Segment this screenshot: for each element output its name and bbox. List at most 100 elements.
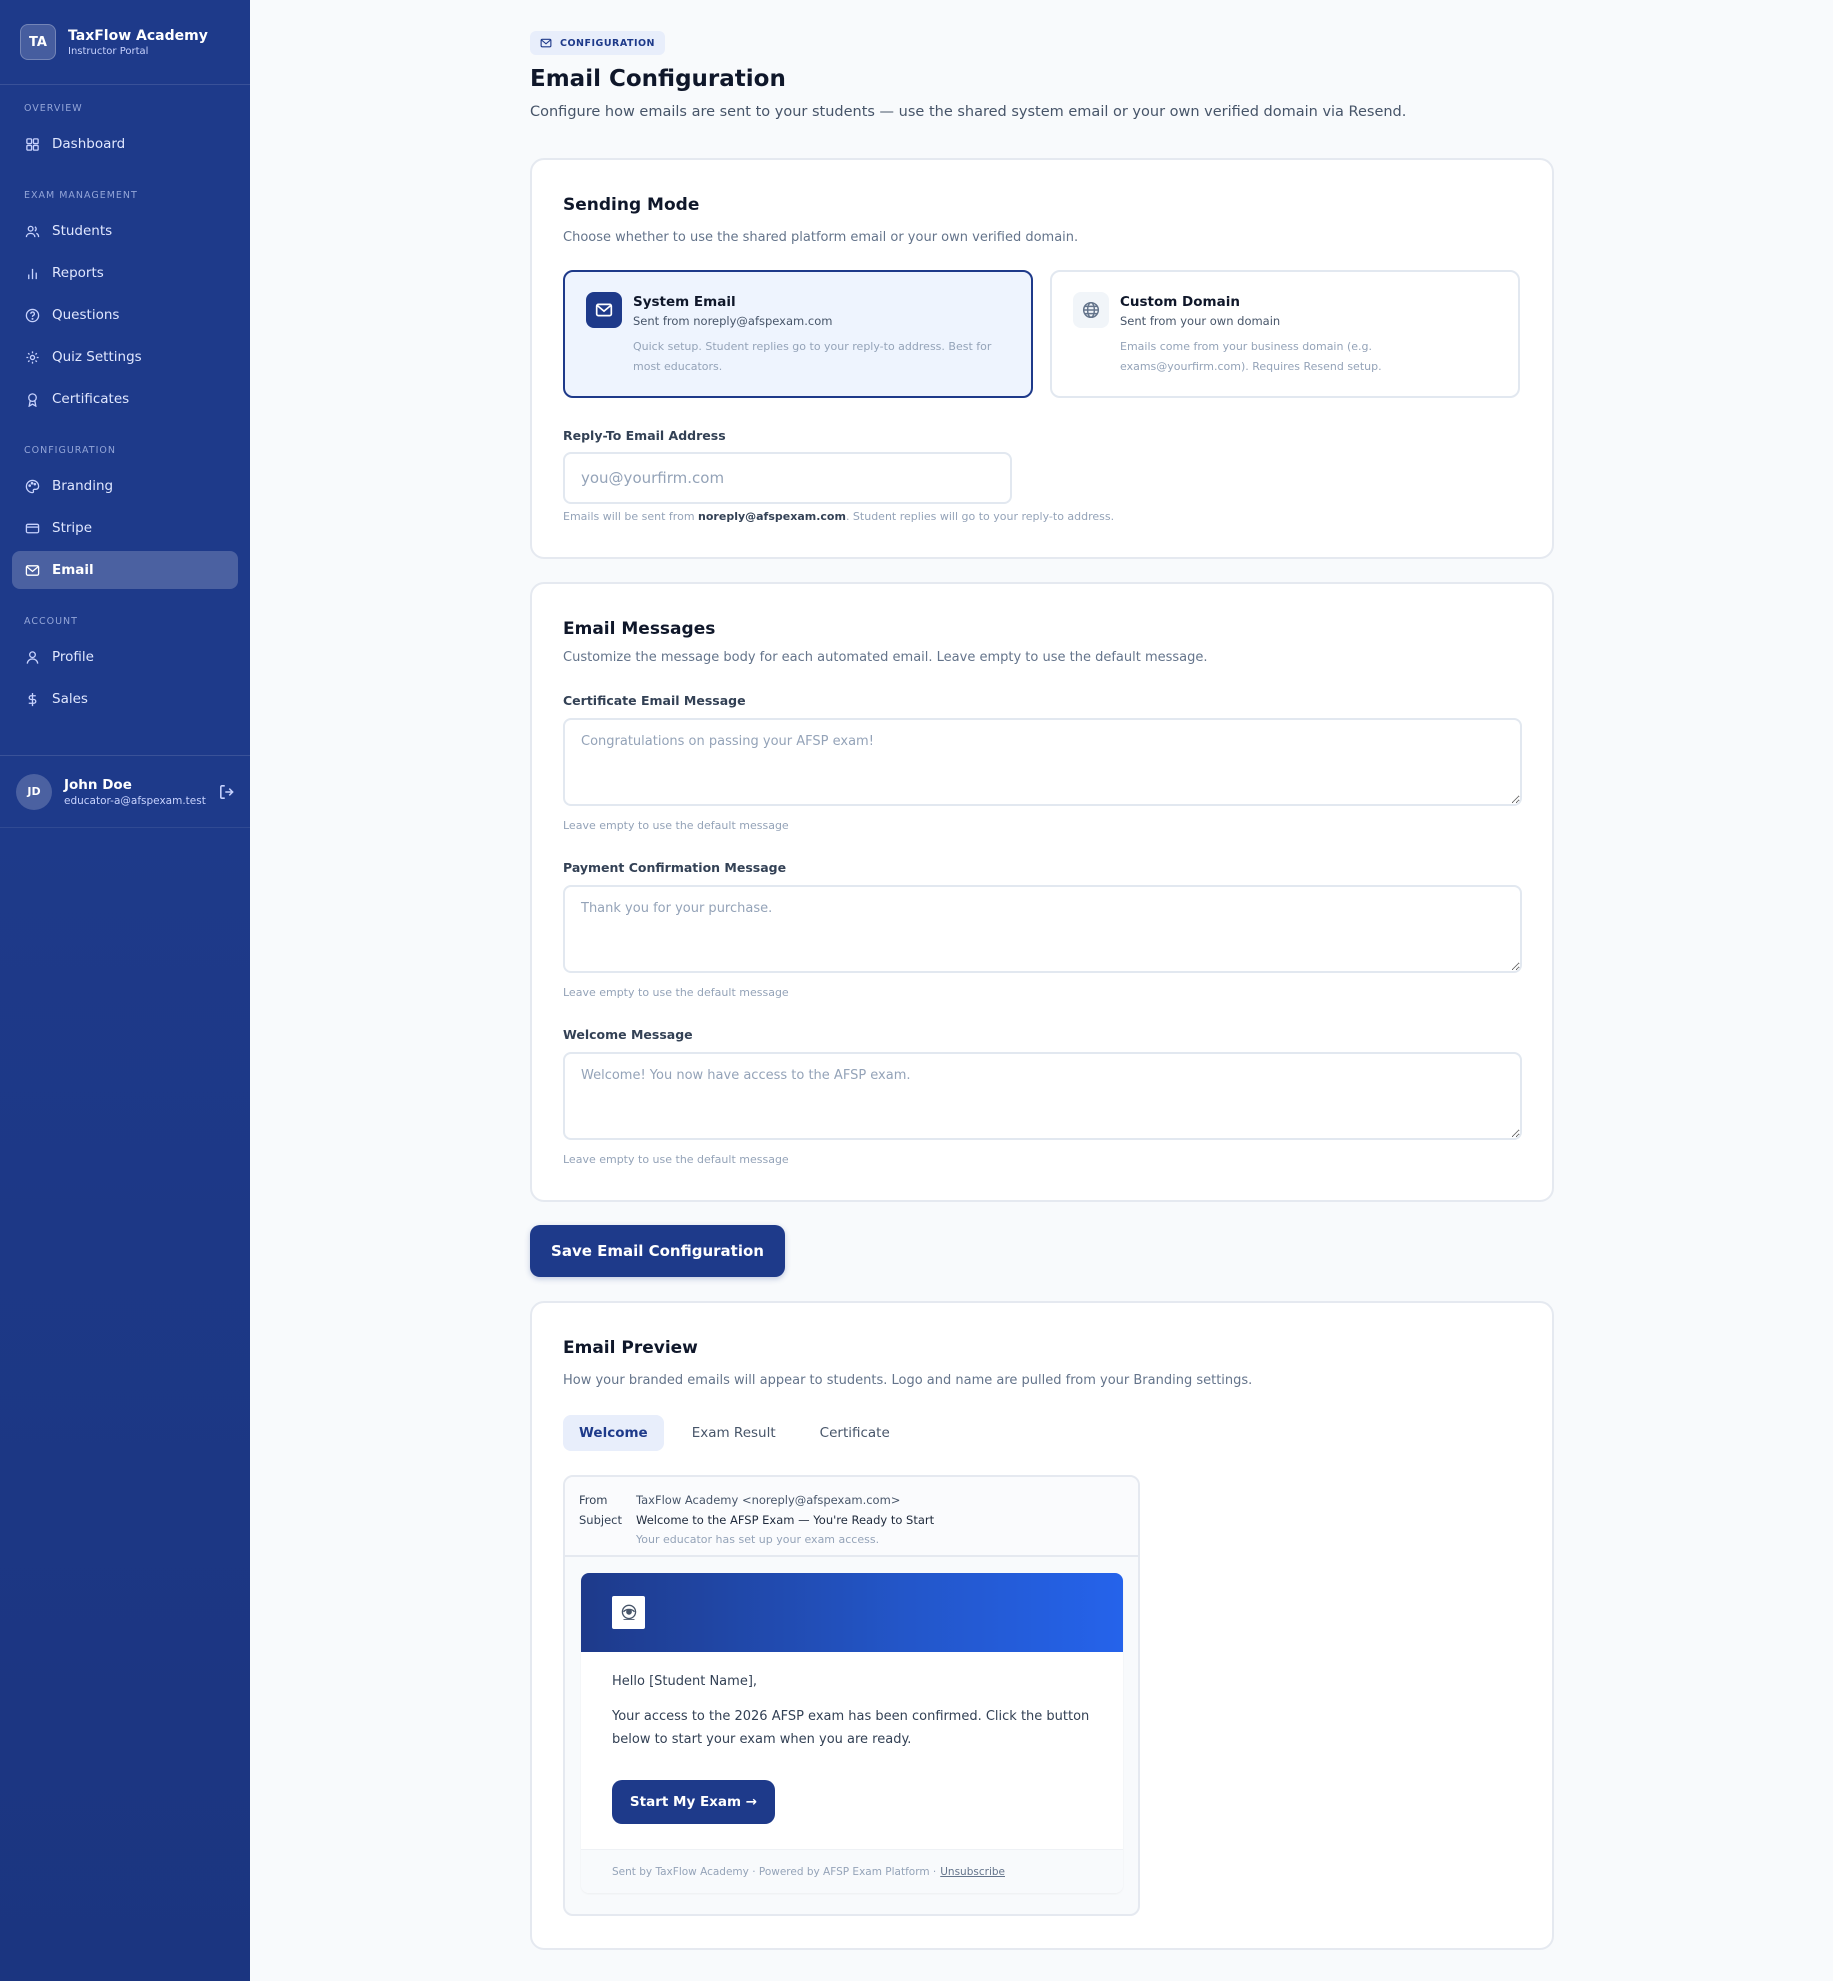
sidebar-item-branding[interactable]: Branding	[12, 467, 238, 505]
start-exam-button[interactable]: Start My Exam →	[612, 1780, 775, 1824]
badge-label: CONFIGURATION	[560, 37, 656, 49]
email-preview-title: Email Preview	[563, 1338, 698, 1358]
sidebar-item-stripe[interactable]: Stripe	[12, 509, 238, 547]
avatar: JD	[16, 773, 52, 810]
brand-text: TaxFlow Academy Instructor Portal	[68, 28, 208, 57]
certificate-message-textarea[interactable]	[563, 718, 1522, 806]
globe-icon	[1073, 292, 1109, 328]
nav-section-overview: OVERVIEW	[24, 103, 83, 114]
mail-icon	[24, 562, 40, 578]
email-messages-title: Email Messages	[563, 619, 716, 639]
brand-subtitle: Instructor Portal	[68, 45, 149, 57]
email-preview-card: Email Preview How your branded emails wi…	[530, 1301, 1554, 1950]
system-email-title: System Email	[633, 294, 736, 310]
sending-mode-title: Sending Mode	[563, 195, 700, 215]
system-email-option[interactable]: System Email Sent from noreply@afspexam.…	[563, 270, 1033, 398]
sidebar-item-students[interactable]: Students	[12, 212, 238, 250]
from-value: TaxFlow Academy <noreply@afspexam.com>	[636, 1493, 901, 1507]
bar-chart-icon	[24, 265, 40, 281]
email-meta: From TaxFlow Academy <noreply@afspexam.c…	[565, 1477, 1138, 1557]
custom-domain-option[interactable]: Custom Domain Sent from your own domain …	[1050, 270, 1520, 398]
system-email-sub: Sent from noreply@afspexam.com	[633, 314, 833, 328]
custom-domain-title: Custom Domain	[1120, 294, 1240, 310]
logo-icon	[612, 1596, 645, 1629]
award-icon	[24, 391, 40, 407]
email-body-paragraph: Your access to the 2026 AFSP exam has be…	[612, 1709, 1090, 1747]
sidebar-item-certificates[interactable]: Certificates	[12, 380, 238, 418]
help-circle-icon	[24, 307, 40, 323]
reply-to-label: Reply-To Email Address	[563, 428, 726, 443]
credit-card-icon	[24, 520, 40, 536]
footer-text: Sent by TaxFlow Academy · Powered by AFS…	[612, 1865, 937, 1878]
sidebar-item-label: Reports	[52, 265, 104, 281]
unsubscribe-link[interactable]: Unsubscribe	[940, 1866, 1005, 1878]
from-key: From	[579, 1493, 608, 1507]
preview-tabs: Welcome Exam Result Certificate	[563, 1415, 918, 1451]
email-messages-card: Email Messages Customize the message bod…	[530, 582, 1554, 1202]
logout-icon[interactable]	[218, 783, 236, 801]
payment-message-textarea[interactable]	[563, 885, 1522, 973]
brand-name: TaxFlow Academy	[68, 27, 208, 44]
sidebar-item-profile[interactable]: Profile	[12, 638, 238, 676]
sidebar-item-reports[interactable]: Reports	[12, 254, 238, 292]
sidebar-item-quiz-settings[interactable]: Quiz Settings	[12, 338, 238, 376]
nav-section-configuration: CONFIGURATION	[24, 445, 116, 456]
section-badge: CONFIGURATION	[530, 31, 666, 55]
hint-suffix: . Student replies will go to your reply-…	[845, 510, 1115, 523]
preheader: Your educator has set up your exam acces…	[636, 1533, 880, 1546]
nav-section-exam-management: EXAM MANAGEMENT	[24, 190, 138, 201]
sidebar-item-label: Certificates	[52, 391, 130, 407]
email-header	[581, 1573, 1123, 1652]
sidebar: TA TaxFlow Academy Instructor Portal OVE…	[0, 0, 250, 1981]
user-email: educator-a@afspexam.test	[64, 794, 206, 807]
hint-prefix: Emails will be sent from	[563, 510, 695, 523]
sidebar-item-label: Quiz Settings	[52, 349, 142, 365]
certificate-message-label: Certificate Email Message	[563, 693, 746, 708]
tab-exam-result[interactable]: Exam Result	[676, 1415, 792, 1451]
email-preview-frame: From TaxFlow Academy <noreply@afspexam.c…	[563, 1475, 1140, 1916]
email-greeting: Hello [Student Name],	[612, 1674, 758, 1689]
brand-avatar: TA	[20, 24, 56, 60]
sidebar-item-label: Branding	[52, 478, 114, 494]
subject-value: Welcome to the AFSP Exam — You're Ready …	[636, 1513, 935, 1527]
user-profile: JD John Doe educator-a@afspexam.test	[0, 755, 250, 828]
email-preview-description: How your branded emails will appear to s…	[563, 1373, 1253, 1388]
sidebar-item-sales[interactable]: Sales	[12, 680, 238, 718]
users-icon	[24, 223, 40, 239]
brand: TA TaxFlow Academy Instructor Portal	[0, 0, 250, 85]
tab-welcome[interactable]: Welcome	[563, 1415, 664, 1451]
mail-icon	[586, 292, 622, 328]
page-subtitle: Configure how emails are sent to your st…	[530, 104, 1407, 120]
hint-email: noreply@afspexam.com	[698, 510, 846, 523]
sidebar-item-label: Questions	[52, 307, 120, 323]
sidebar-item-label: Dashboard	[52, 136, 126, 152]
tab-certificate[interactable]: Certificate	[804, 1415, 906, 1451]
payment-message-label: Payment Confirmation Message	[563, 860, 787, 875]
sidebar-item-label: Profile	[52, 649, 94, 665]
sending-mode-card: Sending Mode Choose whether to use the s…	[530, 158, 1554, 559]
user-icon	[24, 649, 40, 665]
user-name: John Doe	[64, 776, 132, 793]
sidebar-item-label: Students	[52, 223, 113, 239]
reply-to-input[interactable]	[563, 452, 1012, 504]
email-messages-description: Customize the message body for each auto…	[563, 650, 1208, 665]
grid-icon	[24, 136, 40, 152]
email-body-card: Hello [Student Name], Your access to the…	[581, 1573, 1123, 1893]
sidebar-item-dashboard[interactable]: Dashboard	[12, 125, 238, 163]
system-email-desc: Quick setup. Student replies go to your …	[633, 340, 992, 373]
user-text: John Doe educator-a@afspexam.test	[64, 777, 206, 807]
sidebar-item-label: Stripe	[52, 520, 93, 536]
sidebar-item-email[interactable]: Email	[12, 551, 238, 589]
welcome-message-hint: Leave empty to use the default message	[563, 1153, 789, 1166]
save-email-configuration-button[interactable]: Save Email Configuration	[530, 1225, 785, 1277]
certificate-message-hint: Leave empty to use the default message	[563, 819, 789, 832]
dollar-icon	[24, 691, 40, 707]
sidebar-item-label: Email	[52, 562, 94, 578]
sidebar-item-questions[interactable]: Questions	[12, 296, 238, 334]
gear-icon	[24, 349, 40, 365]
page-title: Email Configuration	[530, 66, 786, 92]
subject-key: Subject	[579, 1513, 622, 1527]
welcome-message-textarea[interactable]	[563, 1052, 1522, 1140]
sidebar-item-label: Sales	[52, 691, 88, 707]
nav-section-account: ACCOUNT	[24, 616, 78, 627]
